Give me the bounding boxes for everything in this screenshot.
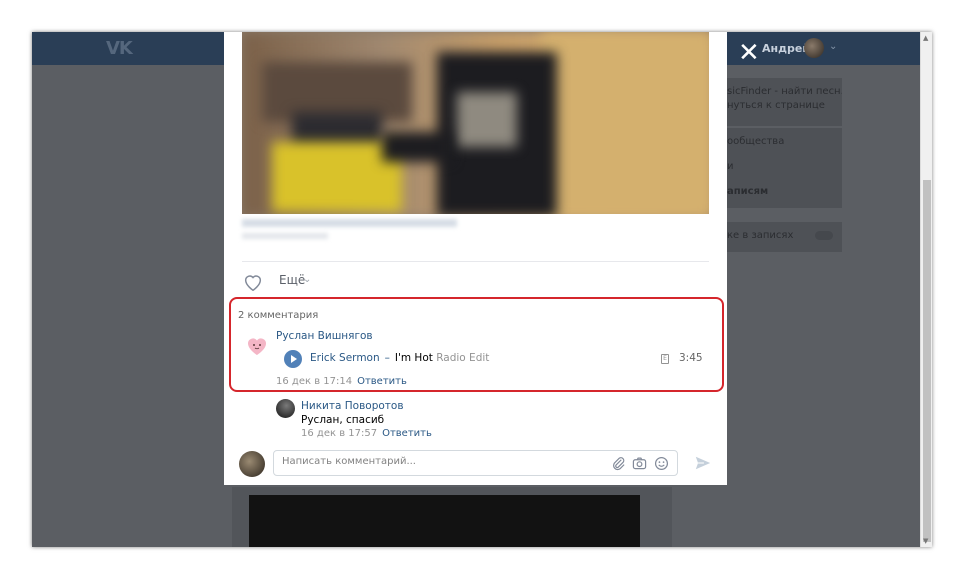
app-title[interactable]: sicFinder - найти песн... xyxy=(727,86,842,97)
comment-highlight-box xyxy=(229,297,724,392)
divider xyxy=(242,261,709,262)
post-modal: Ещё ⌄ 2 комментария Руслан Вишнягов Eric… xyxy=(224,32,727,485)
toggle-switch[interactable] xyxy=(815,231,833,240)
comment-text: Руслан, спасиб xyxy=(301,414,385,426)
scroll-down-icon[interactable]: ▼ xyxy=(923,537,928,545)
scrollbar-thumb[interactable] xyxy=(923,180,931,542)
avatar[interactable] xyxy=(276,399,295,418)
right-panel-app-card: sicFinder - найти песн... нуться к стран… xyxy=(727,78,842,126)
menu-item-communities[interactable]: ообщества xyxy=(727,136,842,147)
right-panel-toggle-card: ке в записях xyxy=(727,222,842,252)
heart-icon[interactable] xyxy=(242,271,264,293)
camera-icon[interactable] xyxy=(632,456,647,471)
menu-item-posts[interactable]: аписям xyxy=(727,186,842,197)
reply-button[interactable]: Ответить xyxy=(382,428,432,439)
send-icon[interactable] xyxy=(694,454,712,472)
header-user-name[interactable]: Андрей xyxy=(762,42,810,55)
more-button[interactable]: Ещё xyxy=(279,273,305,287)
chevron-down-icon[interactable]: ⌄ xyxy=(829,41,837,52)
comment-date-text[interactable]: 16 дек в 17:57 xyxy=(301,428,377,439)
comment-input[interactable] xyxy=(282,456,602,467)
scroll-up-icon[interactable]: ▲ xyxy=(923,34,928,42)
photo-caption-link[interactable] xyxy=(242,219,457,227)
close-icon[interactable]: ✕ xyxy=(738,40,760,66)
right-panel-menu: ообщества и аписям xyxy=(727,128,842,208)
comment-author[interactable]: Никита Поворотов xyxy=(301,400,404,412)
comment-input-box[interactable] xyxy=(273,450,678,476)
comment-date: 16 дек в 17:57 Ответить xyxy=(301,428,432,439)
current-user-avatar[interactable] xyxy=(239,451,265,477)
chevron-down-icon[interactable]: ⌄ xyxy=(303,274,311,285)
vk-logo[interactable]: VK xyxy=(106,38,133,59)
paperclip-icon[interactable] xyxy=(611,456,626,471)
app-return-link[interactable]: нуться к странице xyxy=(727,100,842,111)
smile-icon[interactable] xyxy=(654,456,669,471)
scrollbar[interactable]: ▲ ▼ xyxy=(920,32,932,547)
background-video[interactable] xyxy=(249,495,640,547)
post-photo[interactable] xyxy=(242,32,709,214)
header-user-avatar[interactable] xyxy=(804,38,824,58)
menu-item-news[interactable]: и xyxy=(727,161,842,172)
photo-caption-meta xyxy=(242,233,328,239)
